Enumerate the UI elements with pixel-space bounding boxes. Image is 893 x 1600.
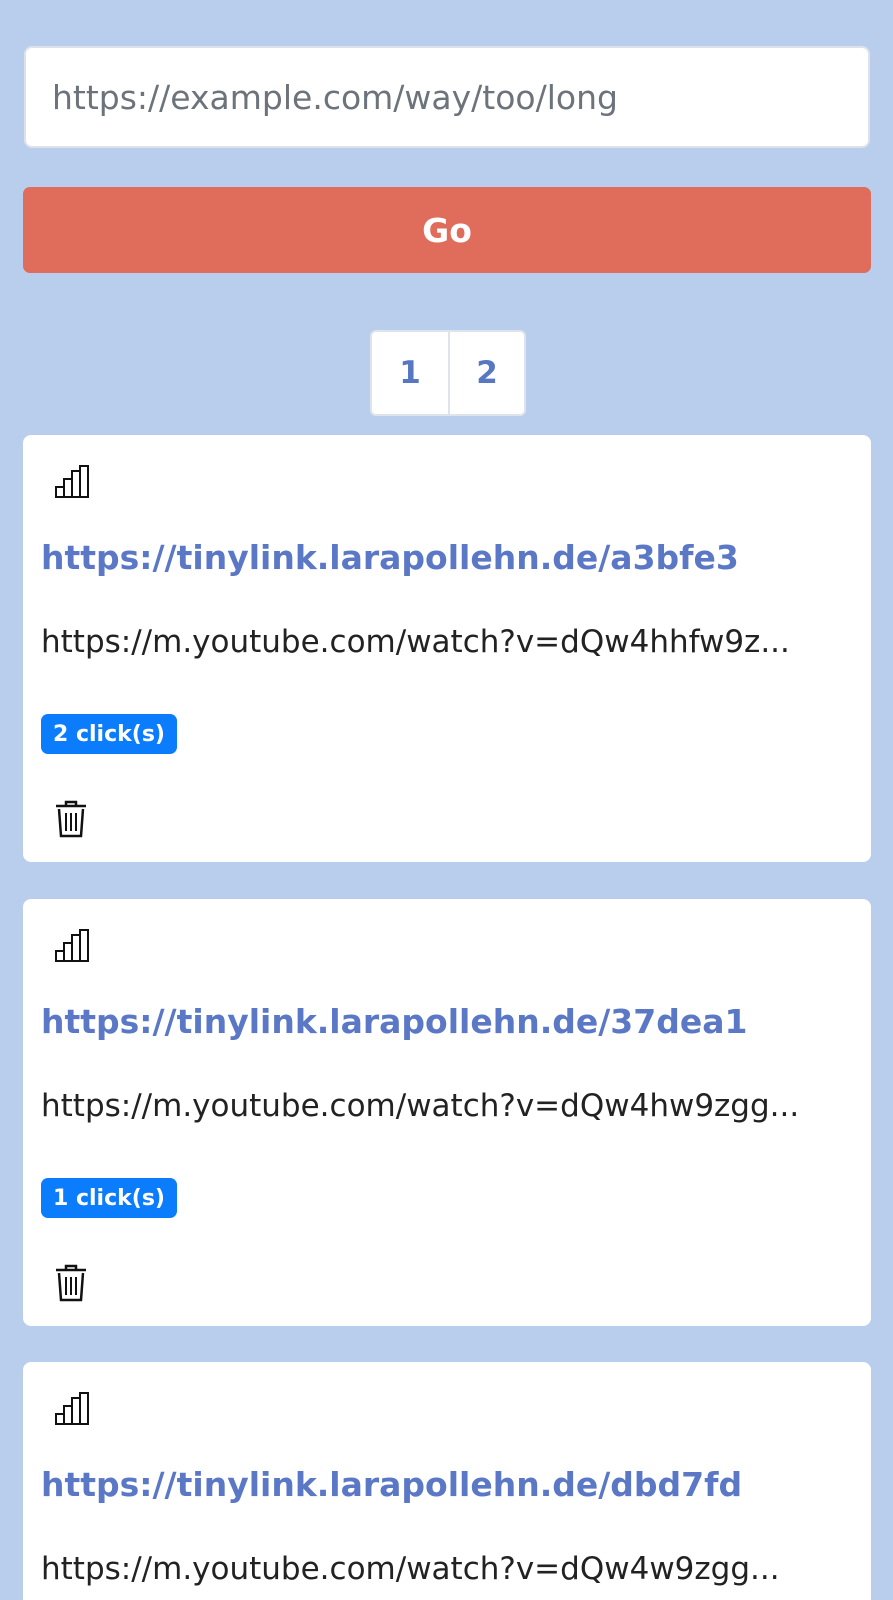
trash-icon[interactable] xyxy=(54,1264,88,1302)
bar-chart-icon[interactable] xyxy=(54,1392,92,1426)
pagination: 1 2 xyxy=(370,330,526,416)
bar-chart-icon[interactable] xyxy=(54,465,92,499)
long-url: https://m.youtube.com/watch?v=dQw4hw9zgg… xyxy=(41,1088,800,1124)
page-button-1[interactable]: 1 xyxy=(372,332,448,414)
clicks-badge: 2 click(s) xyxy=(41,714,177,754)
link-card: https://tinylink.larapollehn.de/dbd7fd h… xyxy=(23,1362,871,1600)
short-link[interactable]: https://tinylink.larapollehn.de/37dea1 xyxy=(41,1002,747,1041)
short-link[interactable]: https://tinylink.larapollehn.de/dbd7fd xyxy=(41,1465,742,1504)
bar-chart-icon[interactable] xyxy=(54,929,92,963)
url-input[interactable] xyxy=(24,46,870,148)
trash-icon[interactable] xyxy=(54,800,88,838)
clicks-badge: 1 click(s) xyxy=(41,1178,177,1218)
short-link[interactable]: https://tinylink.larapollehn.de/a3bfe3 xyxy=(41,538,739,577)
page-button-2[interactable]: 2 xyxy=(448,332,524,414)
link-card: https://tinylink.larapollehn.de/37dea1 h… xyxy=(23,899,871,1326)
long-url: https://m.youtube.com/watch?v=dQw4hhfw9z… xyxy=(41,624,790,660)
link-card: https://tinylink.larapollehn.de/a3bfe3 h… xyxy=(23,435,871,862)
long-url: https://m.youtube.com/watch?v=dQw4w9zgg.… xyxy=(41,1551,780,1587)
go-button[interactable]: Go xyxy=(23,187,871,273)
